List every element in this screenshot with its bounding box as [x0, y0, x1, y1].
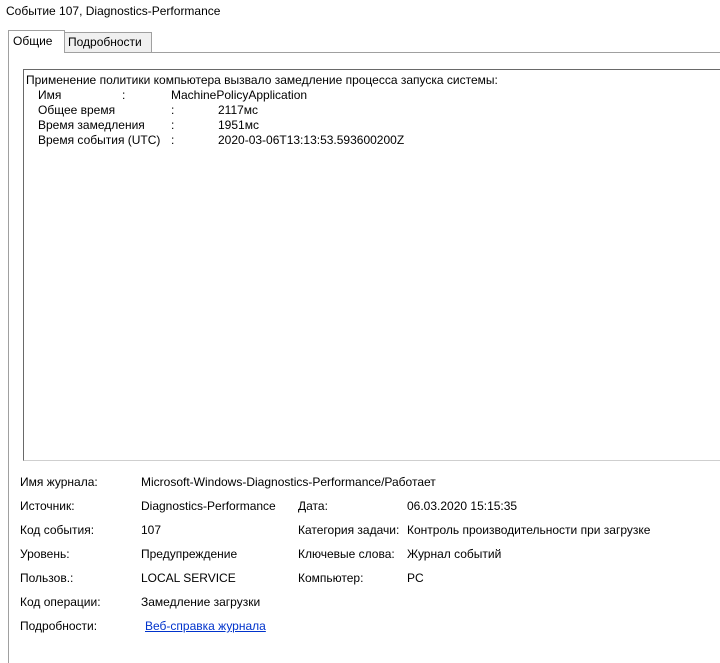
- description-row-name: Имя : MachinePolicyApplication: [26, 88, 498, 103]
- tab-details[interactable]: Подробности: [63, 32, 152, 52]
- event-id-value[interactable]: 107: [141, 523, 161, 537]
- date-label: Дата:: [298, 499, 328, 513]
- log-name-value[interactable]: Microsoft-Windows-Diagnostics-Performanc…: [141, 475, 436, 489]
- event-description-box[interactable]: Применение политики компьютера вызвало з…: [23, 69, 720, 461]
- computer-value[interactable]: PC: [407, 571, 424, 585]
- keywords-value[interactable]: Журнал событий: [407, 547, 501, 561]
- more-info-label: Подробности:: [20, 619, 98, 633]
- task-category-label: Категория задачи:: [298, 523, 400, 537]
- event-log-online-help-link[interactable]: Веб-справка журнала: [145, 619, 266, 633]
- description-value: 1951мс: [218, 118, 259, 132]
- source-label: Источник:: [20, 499, 75, 513]
- description-key: Имя: [38, 88, 62, 102]
- date-value[interactable]: 06.03.2020 15:15:35: [407, 499, 517, 513]
- window-title: Событие 107, Diagnostics-Performance: [6, 4, 221, 18]
- tab-general[interactable]: Общие: [8, 30, 65, 53]
- description-separator: :: [171, 118, 175, 132]
- description-key: Время события (UTC): [38, 133, 161, 147]
- opcode-value[interactable]: Замедление загрузки: [141, 595, 260, 609]
- user-label: Пользов.:: [20, 571, 74, 585]
- title-bar: Событие 107, Diagnostics-Performance: [0, 0, 720, 24]
- description-value: 2020-03-06T13:13:53.593600200Z: [218, 133, 405, 147]
- event-description-text: Применение политики компьютера вызвало з…: [26, 73, 498, 148]
- description-row-event-time: Время события (UTC) : 2020-03-06T13:13:5…: [26, 133, 498, 148]
- description-separator: :: [171, 133, 175, 147]
- general-panel: Применение политики компьютера вызвало з…: [8, 52, 720, 663]
- keywords-label: Ключевые слова:: [298, 547, 395, 561]
- log-name-label: Имя журнала:: [20, 475, 98, 489]
- description-headline: Применение политики компьютера вызвало з…: [26, 73, 498, 87]
- level-label: Уровень:: [20, 547, 70, 561]
- source-value[interactable]: Diagnostics-Performance: [141, 499, 276, 513]
- description-row-total-time: Общее время : 2117мс: [26, 103, 498, 118]
- description-value: MachinePolicyApplication: [171, 88, 308, 102]
- task-category-value[interactable]: Контроль производительности при загрузке: [407, 523, 650, 537]
- description-row-degradation-time: Время замедления : 1951мс: [26, 118, 498, 133]
- description-separator: :: [122, 88, 126, 102]
- opcode-label: Код операции:: [20, 595, 101, 609]
- description-value: 2117мс: [218, 103, 259, 117]
- description-key: Время замедления: [38, 118, 145, 132]
- description-separator: :: [171, 103, 175, 117]
- level-value[interactable]: Предупреждение: [141, 547, 237, 561]
- computer-label: Компьютер:: [298, 571, 364, 585]
- user-value[interactable]: LOCAL SERVICE: [141, 571, 236, 585]
- event-id-label: Код события:: [20, 523, 95, 537]
- description-key: Общее время: [38, 103, 116, 117]
